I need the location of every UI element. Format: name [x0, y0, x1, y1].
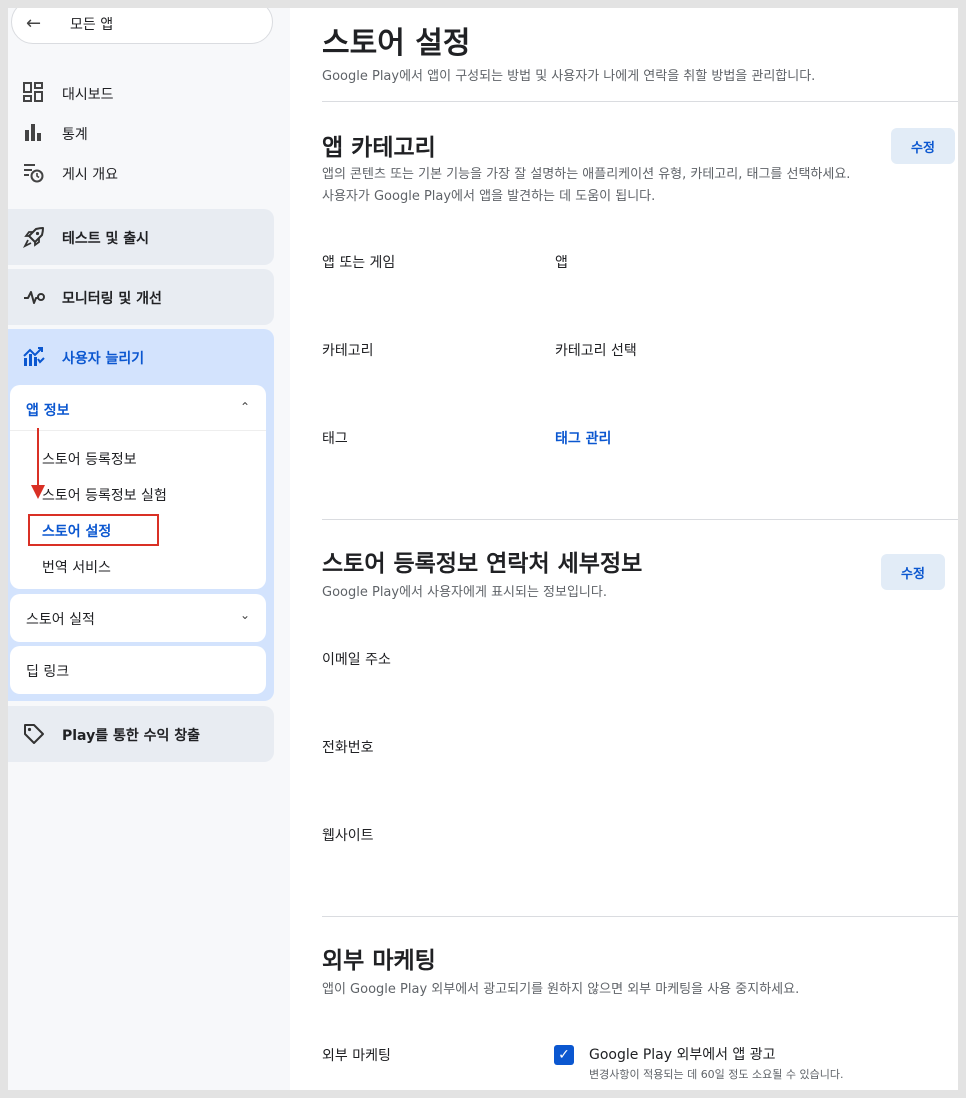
main-content: 스토어 설정 Google Play에서 앱이 구성되는 방법 및 사용자가 나…	[290, 8, 958, 1090]
app-info-header[interactable]: 앱 정보 ⌃	[10, 385, 266, 431]
dashboard-icon	[23, 82, 43, 102]
deep-links-label: 딥 링크	[26, 664, 70, 680]
bar-chart-icon	[25, 124, 41, 141]
page-subtitle: Google Play에서 앱이 구성되는 방법 및 사용자가 나에게 연락을 …	[322, 69, 816, 84]
rocket-icon	[22, 227, 44, 249]
category-section-title: 앱 카테고리	[322, 135, 436, 161]
row-label-app-or-game: 앱 또는 게임	[322, 255, 396, 271]
sidebar-item-label: Play를 통한 수익 창출	[62, 728, 200, 744]
sidebar-item-monetize[interactable]: Play를 통한 수익 창출	[8, 706, 274, 762]
arrow-left-icon: ←	[26, 13, 42, 34]
category-section-desc-2: 사용자가 Google Play에서 앱을 발견하는 데 도움이 됩니다.	[322, 189, 656, 204]
tag-icon	[24, 724, 44, 744]
row-value-category: 카테고리 선택	[555, 343, 637, 359]
contact-edit-button[interactable]: 수정	[881, 554, 945, 590]
sidebar-item-label: 사용자 늘리기	[62, 351, 145, 367]
annotation-arrow-head	[31, 485, 45, 499]
sidebar-item-grow-users[interactable]: 사용자 늘리기	[8, 329, 274, 385]
contact-section-desc: Google Play에서 사용자에게 표시되는 정보입니다.	[322, 585, 607, 600]
window-frame: ← 모든 앱 대시보드 통계 게시 개요 테스트 및 출시 모니터링 및 개선 …	[8, 8, 958, 1090]
row-label-phone: 전화번호	[322, 740, 374, 756]
sidebar-item-statistics[interactable]: 통계	[8, 116, 290, 148]
publish-overview-icon	[24, 164, 44, 183]
chevron-down-icon: ⌄	[239, 608, 250, 622]
submenu-item-store-listing[interactable]: 스토어 등록정보	[42, 449, 137, 469]
all-apps-button[interactable]: ← 모든 앱	[11, 8, 273, 44]
sidebar-item-test-release[interactable]: 테스트 및 출시	[8, 209, 274, 265]
sidebar-item-label: 통계	[62, 127, 88, 143]
divider	[322, 519, 958, 520]
sidebar-item-label: 게시 개요	[62, 167, 118, 183]
sidebar-item-dashboard[interactable]: 대시보드	[8, 76, 290, 108]
contact-section-title: 스토어 등록정보 연락처 세부정보	[322, 551, 643, 577]
store-performance-label: 스토어 실적	[26, 612, 95, 628]
external-marketing-checkbox-label: Google Play 외부에서 앱 광고	[589, 1047, 776, 1063]
sidebar-item-label: 테스트 및 출시	[62, 231, 150, 247]
chevron-up-icon: ⌃	[239, 400, 250, 414]
annotation-arrow-line	[37, 428, 39, 488]
category-section-desc-1: 앱의 콘텐츠 또는 기본 기능을 가장 잘 설명하는 애플리케이션 유형, 카테…	[322, 167, 851, 182]
external-marketing-checkbox[interactable]: ✓	[554, 1045, 574, 1065]
row-value-app-or-game: 앱	[555, 255, 568, 271]
monitor-icon	[24, 291, 45, 304]
checkmark-icon: ✓	[558, 1047, 570, 1063]
row-label-website: 웹사이트	[322, 828, 374, 844]
sidebar: ← 모든 앱 대시보드 통계 게시 개요 테스트 및 출시 모니터링 및 개선 …	[8, 8, 290, 1090]
annotation-highlight-box	[28, 514, 159, 546]
marketing-section-title: 외부 마케팅	[322, 948, 436, 974]
divider	[322, 916, 958, 917]
submenu-item-store-listing-experiments[interactable]: 스토어 등록정보 실험	[42, 485, 167, 505]
all-apps-label: 모든 앱	[70, 17, 114, 33]
row-label-email: 이메일 주소	[322, 652, 391, 668]
marketing-section-desc: 앱이 Google Play 외부에서 광고되기를 원하지 않으면 외부 마케팅…	[322, 982, 800, 997]
sidebar-item-monitor-improve[interactable]: 모니터링 및 개선	[8, 269, 274, 325]
grow-users-icon	[23, 347, 45, 366]
row-label-external-marketing: 외부 마케팅	[322, 1048, 391, 1064]
sidebar-item-label: 모니터링 및 개선	[62, 291, 162, 307]
sidebar-item-deep-links[interactable]: 딥 링크	[10, 646, 266, 694]
sidebar-item-store-performance[interactable]: 스토어 실적 ⌄	[10, 594, 266, 642]
external-marketing-note: 변경사항이 적용되는 데 60일 정도 소요될 수 있습니다.	[589, 1068, 844, 1081]
page-title: 스토어 설정	[322, 26, 471, 61]
manage-tags-link[interactable]: 태그 관리	[555, 428, 611, 448]
row-label-category: 카테고리	[322, 343, 374, 359]
row-label-tags: 태그	[322, 431, 348, 447]
app-info-label: 앱 정보	[26, 403, 70, 419]
app-info-submenu: 앱 정보 ⌃ 스토어 등록정보 스토어 등록정보 실험 스토어 설정 번역 서비…	[10, 385, 266, 589]
submenu-item-translation-service[interactable]: 번역 서비스	[42, 557, 111, 577]
category-edit-button[interactable]: 수정	[891, 128, 955, 164]
sidebar-item-label: 대시보드	[62, 87, 114, 103]
sidebar-item-publish-overview[interactable]: 게시 개요	[8, 156, 290, 188]
divider	[322, 101, 958, 102]
